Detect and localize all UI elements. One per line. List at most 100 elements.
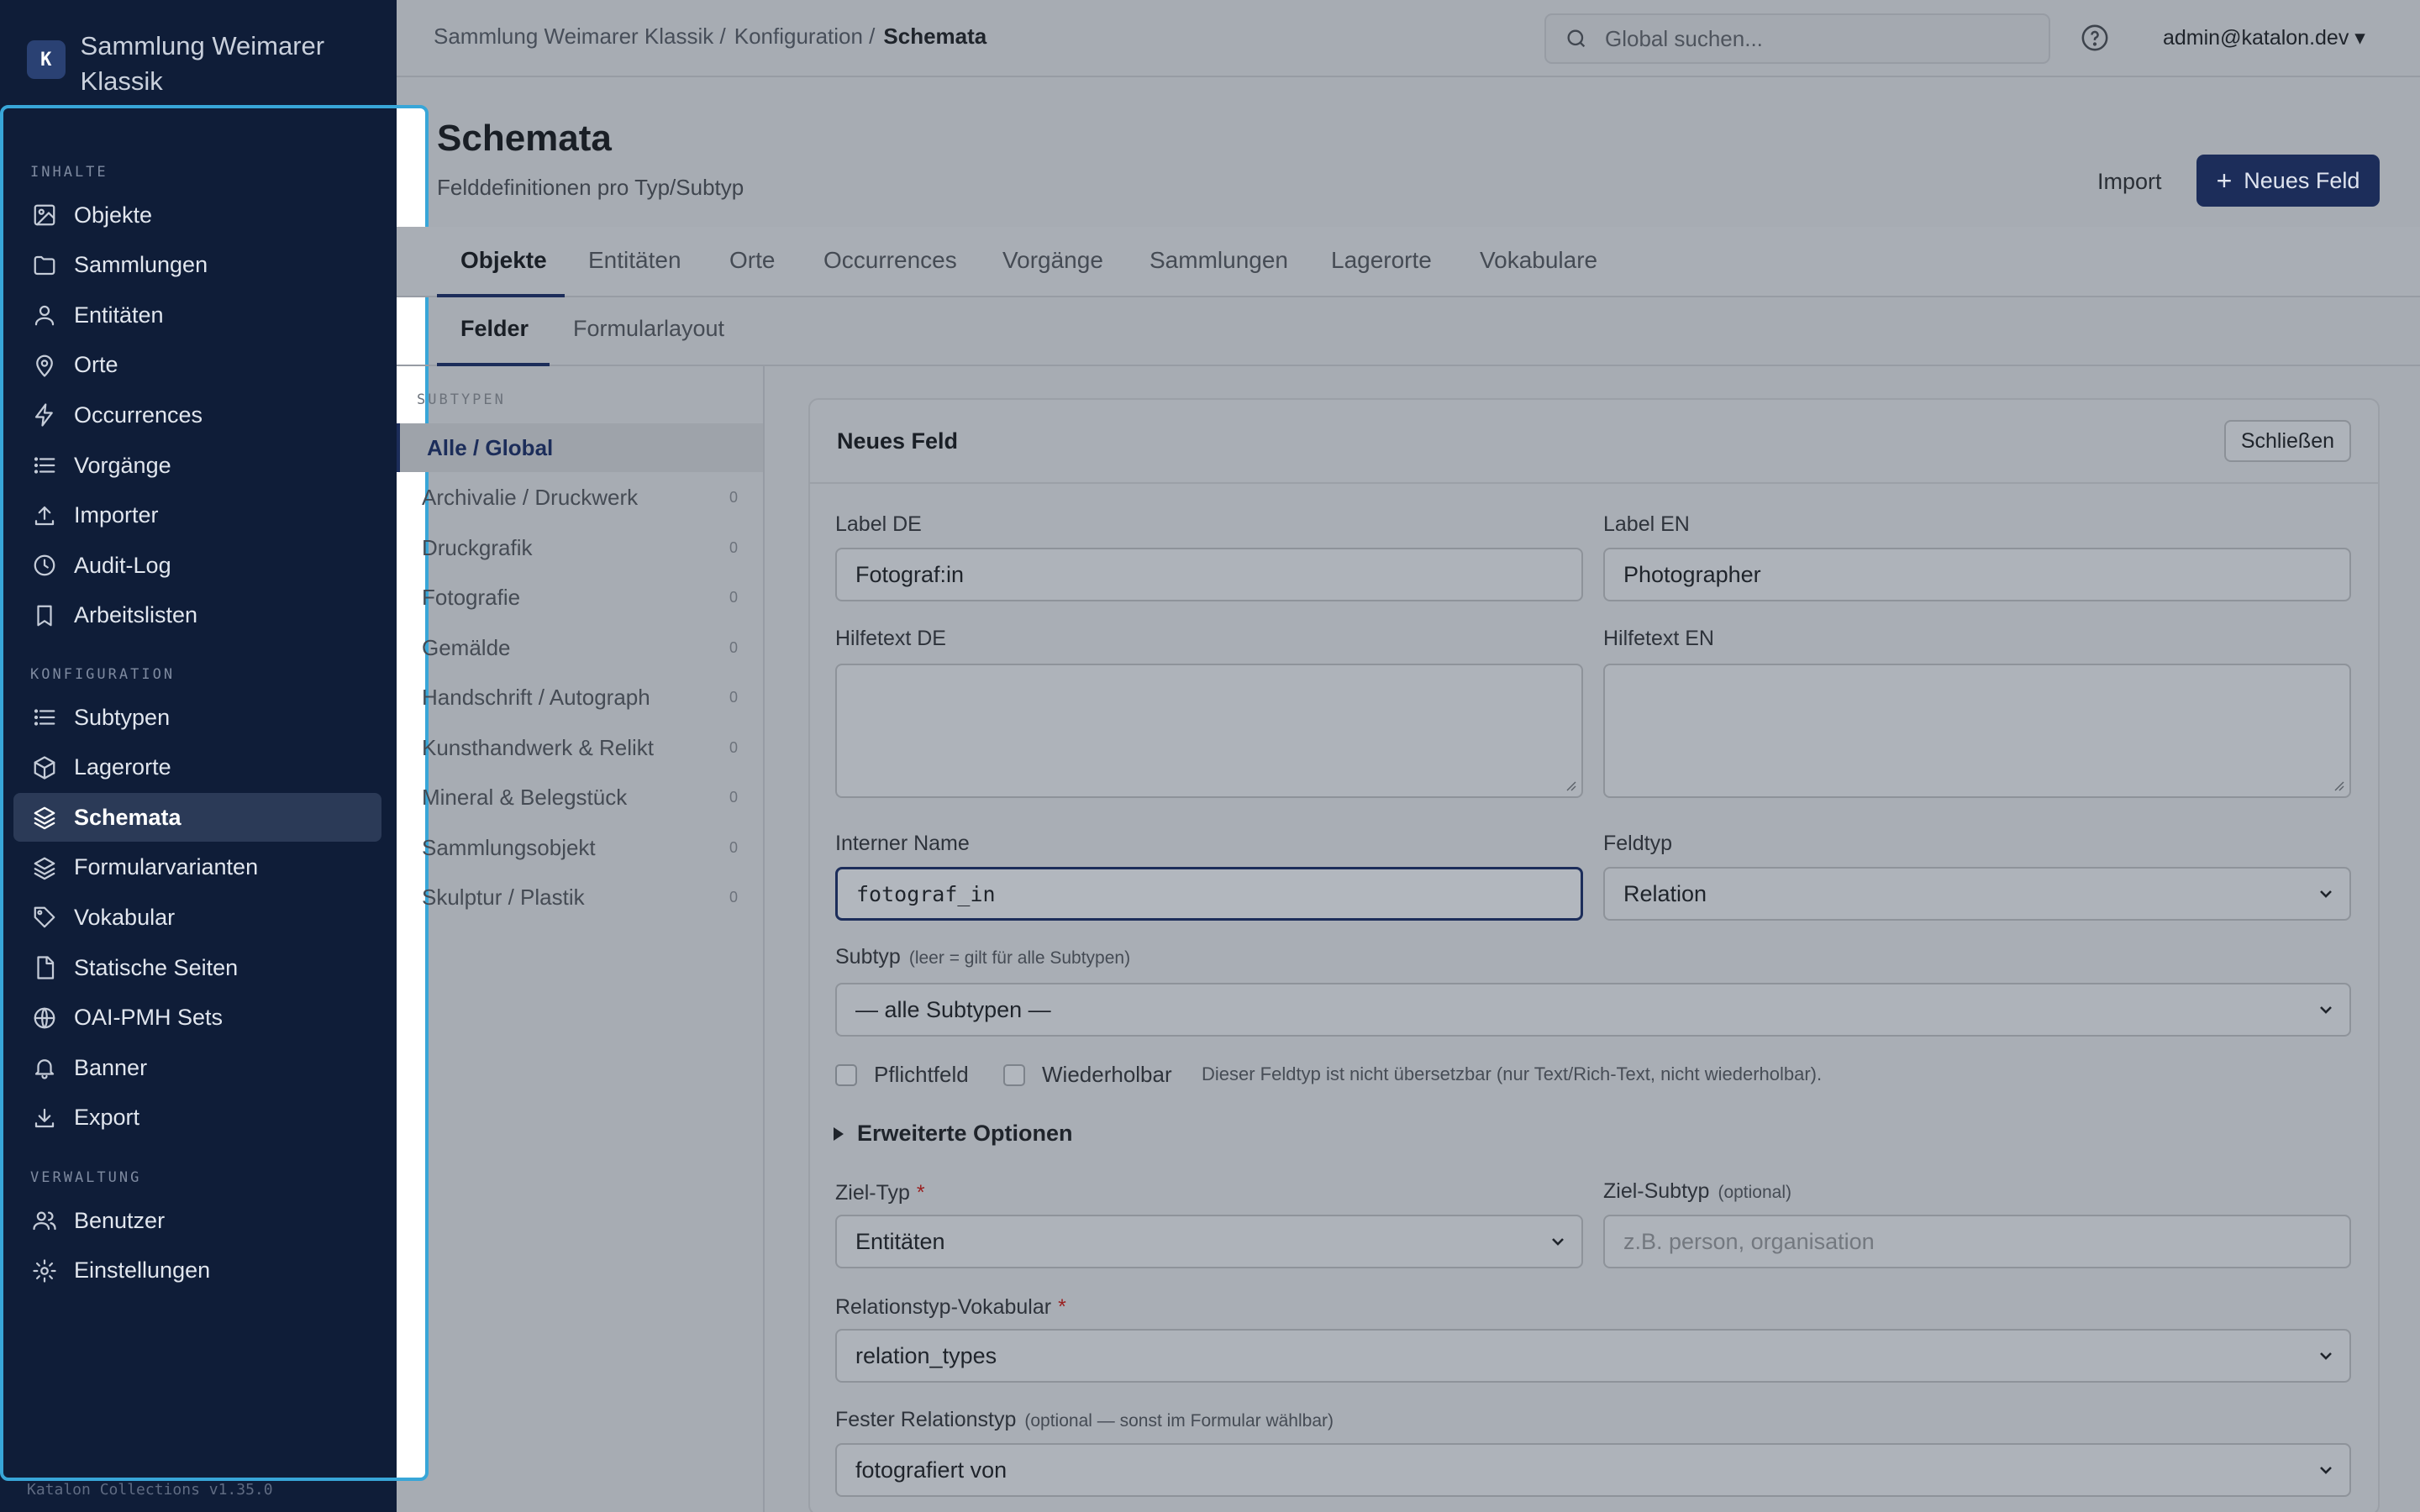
sidebar-item-formularvarianten[interactable]: Formularvarianten: [13, 843, 381, 892]
sidebar-item-label: Vorgänge: [74, 452, 171, 478]
sidebar-item-schemata[interactable]: Schemata: [13, 793, 381, 843]
label-en-input[interactable]: Photographer: [1603, 548, 2351, 601]
target-type-label: Ziel-Typ *: [835, 1181, 925, 1205]
resize-handle-icon[interactable]: [1563, 778, 1576, 791]
sidebar-item-label: Entitäten: [74, 302, 164, 328]
sidebar-item-label: Arbeitslisten: [74, 602, 198, 628]
subtype-item[interactable]: Skulptur / Plastik 0: [422, 874, 758, 922]
target-type-select[interactable]: Entitäten: [835, 1215, 1583, 1268]
tab-sammlungen[interactable]: Sammlungen: [1150, 247, 1288, 274]
help-en-label: Hilfetext EN: [1603, 627, 1714, 650]
sidebar-item-lagerorte[interactable]: Lagerorte: [13, 743, 381, 792]
brand-name: Sammlung Weimarer Klassik: [80, 31, 325, 96]
sidebar-item-banner[interactable]: Banner: [13, 1043, 381, 1092]
fixed-relation-select[interactable]: fotografiert von: [835, 1443, 2351, 1497]
help-de-label: Hilfetext DE: [835, 627, 946, 650]
breadcrumb-item-collection[interactable]: Sammlung Weimarer Klassik /: [434, 24, 726, 50]
layers-icon: [32, 805, 57, 830]
sidebar-item-vorgänge[interactable]: Vorgänge: [13, 441, 381, 490]
sidebar-item-sammlungen[interactable]: Sammlungen: [13, 241, 381, 290]
field-type-select[interactable]: Relation: [1603, 867, 2351, 921]
target-subtype-label-text: Ziel-Subtyp: [1603, 1179, 1710, 1203]
sidebar-item-vokabular[interactable]: Vokabular: [13, 893, 381, 942]
subtype-count: 0: [729, 589, 738, 606]
global-search[interactable]: [1544, 13, 2050, 64]
search-icon: [1565, 27, 1588, 50]
image-icon: [32, 202, 57, 228]
sidebar-item-subtypen[interactable]: Subtypen: [13, 693, 381, 742]
user-menu[interactable]: admin@katalon.dev ▾: [2163, 25, 2365, 50]
sidebar-item-orte[interactable]: Orte: [13, 341, 381, 390]
close-button[interactable]: Schließen: [2223, 420, 2351, 462]
subtype-item[interactable]: Druckgrafik 0: [422, 523, 758, 572]
subtype-item[interactable]: Mineral & Belegstück 0: [422, 774, 758, 822]
help-en-textarea[interactable]: [1603, 664, 2351, 798]
tab-lagerorte[interactable]: Lagerorte: [1331, 247, 1432, 274]
lightning-icon: [32, 402, 57, 428]
fixed-relation-label-text: Fester Relationstyp: [835, 1408, 1017, 1431]
subtype-item[interactable]: Gemälde 0: [422, 623, 758, 672]
relation-vocab-select[interactable]: relation_types: [835, 1329, 2351, 1383]
chevron-down-icon: [2316, 1346, 2336, 1366]
subtab-felder[interactable]: Felder: [460, 316, 529, 342]
internal-name-label: Interner Name: [835, 832, 970, 855]
subtype-select[interactable]: — alle Subtypen —: [835, 983, 2351, 1037]
subtype-name: Handschrift / Autograph: [422, 685, 650, 710]
advanced-options-toggle[interactable]: Erweiterte Optionen: [834, 1121, 1073, 1147]
tab-objekte[interactable]: Objekte: [460, 247, 547, 274]
sidebar-item-importer[interactable]: Importer: [13, 491, 381, 540]
sidebar-item-label: Importer: [74, 502, 159, 528]
target-subtype-input[interactable]: z.B. person, organisation: [1603, 1215, 2351, 1268]
required-checkbox-box[interactable]: [835, 1063, 857, 1086]
tab-entitaeten[interactable]: Entitäten: [588, 247, 681, 274]
tab-vorgaenge[interactable]: Vorgänge: [1002, 247, 1103, 274]
tab-orte[interactable]: Orte: [729, 247, 775, 274]
upload-icon: [32, 503, 57, 528]
sidebar-item-entitäten[interactable]: Entitäten: [13, 291, 381, 339]
subtype-item[interactable]: Archivalie / Druckwerk 0: [422, 474, 758, 522]
resize-handle-icon[interactable]: [2331, 778, 2344, 791]
sidebar-item-audit-log[interactable]: Audit-Log: [13, 541, 381, 590]
brand[interactable]: K Sammlung Weimarer Klassik: [27, 29, 380, 99]
label-de-input[interactable]: Fotograf:in: [835, 548, 1583, 601]
breadcrumb-item-konfiguration[interactable]: Konfiguration /: [734, 24, 876, 50]
sidebar-item-objekte[interactable]: Objekte: [13, 191, 381, 239]
sidebar-item-benutzer[interactable]: Benutzer: [13, 1196, 381, 1245]
subtype-item[interactable]: Handschrift / Autograph 0: [422, 674, 758, 722]
import-button[interactable]: Import: [2081, 156, 2179, 207]
subtype-item[interactable]: Fotografie 0: [422, 574, 758, 622]
tab-occurrences[interactable]: Occurrences: [823, 247, 957, 274]
plus-icon: +: [2216, 165, 2233, 196]
subtype-label-text: Subtyp: [835, 945, 901, 969]
subtype-name: Kunsthandwerk & Relikt: [422, 734, 655, 760]
subtype-name: Sammlungsobjekt: [422, 834, 596, 860]
subtypes-panel: SUBTYPEN Alle / Global Archivalie / Druck…: [397, 366, 765, 1512]
sidebar-item-occurrences[interactable]: Occurrences: [13, 391, 381, 439]
help-de-textarea[interactable]: [835, 664, 1583, 798]
sidebar-item-arbeitslisten[interactable]: Arbeitslisten: [13, 591, 381, 640]
subtype-count: 0: [729, 489, 738, 506]
subtype-count: 0: [729, 538, 738, 556]
repeatable-checkbox[interactable]: Wiederholbar: [1003, 1062, 1172, 1088]
repeatable-checkbox-box[interactable]: [1003, 1063, 1025, 1086]
help-icon[interactable]: [2081, 24, 2109, 52]
sidebar-item-statische-seiten[interactable]: Statische Seiten: [13, 943, 381, 992]
subtab-formularlayout[interactable]: Formularlayout: [573, 316, 724, 342]
subtype-item[interactable]: Sammlungsobjekt 0: [422, 823, 758, 872]
search-input[interactable]: [1605, 25, 2008, 52]
internal-name-input[interactable]: fotograf_in: [835, 867, 1583, 921]
sidebar-item-einstellungen[interactable]: Einstellungen: [13, 1247, 381, 1295]
sidebar-item-oai-pmh-sets[interactable]: OAI-PMH Sets: [13, 994, 381, 1042]
subtype-item[interactable]: Alle / Global: [397, 423, 763, 472]
list-icon: [32, 705, 57, 730]
card-title: Neues Feld: [837, 428, 959, 454]
layers-icon: [32, 855, 57, 880]
disclosure-triangle-icon: [834, 1126, 844, 1141]
subtype-count: 0: [729, 638, 738, 656]
new-field-button[interactable]: + Neues Feld: [2196, 155, 2380, 207]
required-checkbox[interactable]: Pflichtfeld: [835, 1062, 969, 1088]
tab-vokabulare[interactable]: Vokabulare: [1480, 247, 1597, 274]
subtype-item[interactable]: Kunsthandwerk & Relikt 0: [422, 723, 758, 772]
sidebar-item-export[interactable]: Export: [13, 1094, 381, 1142]
field-type-label: Feldtyp: [1603, 832, 1672, 855]
